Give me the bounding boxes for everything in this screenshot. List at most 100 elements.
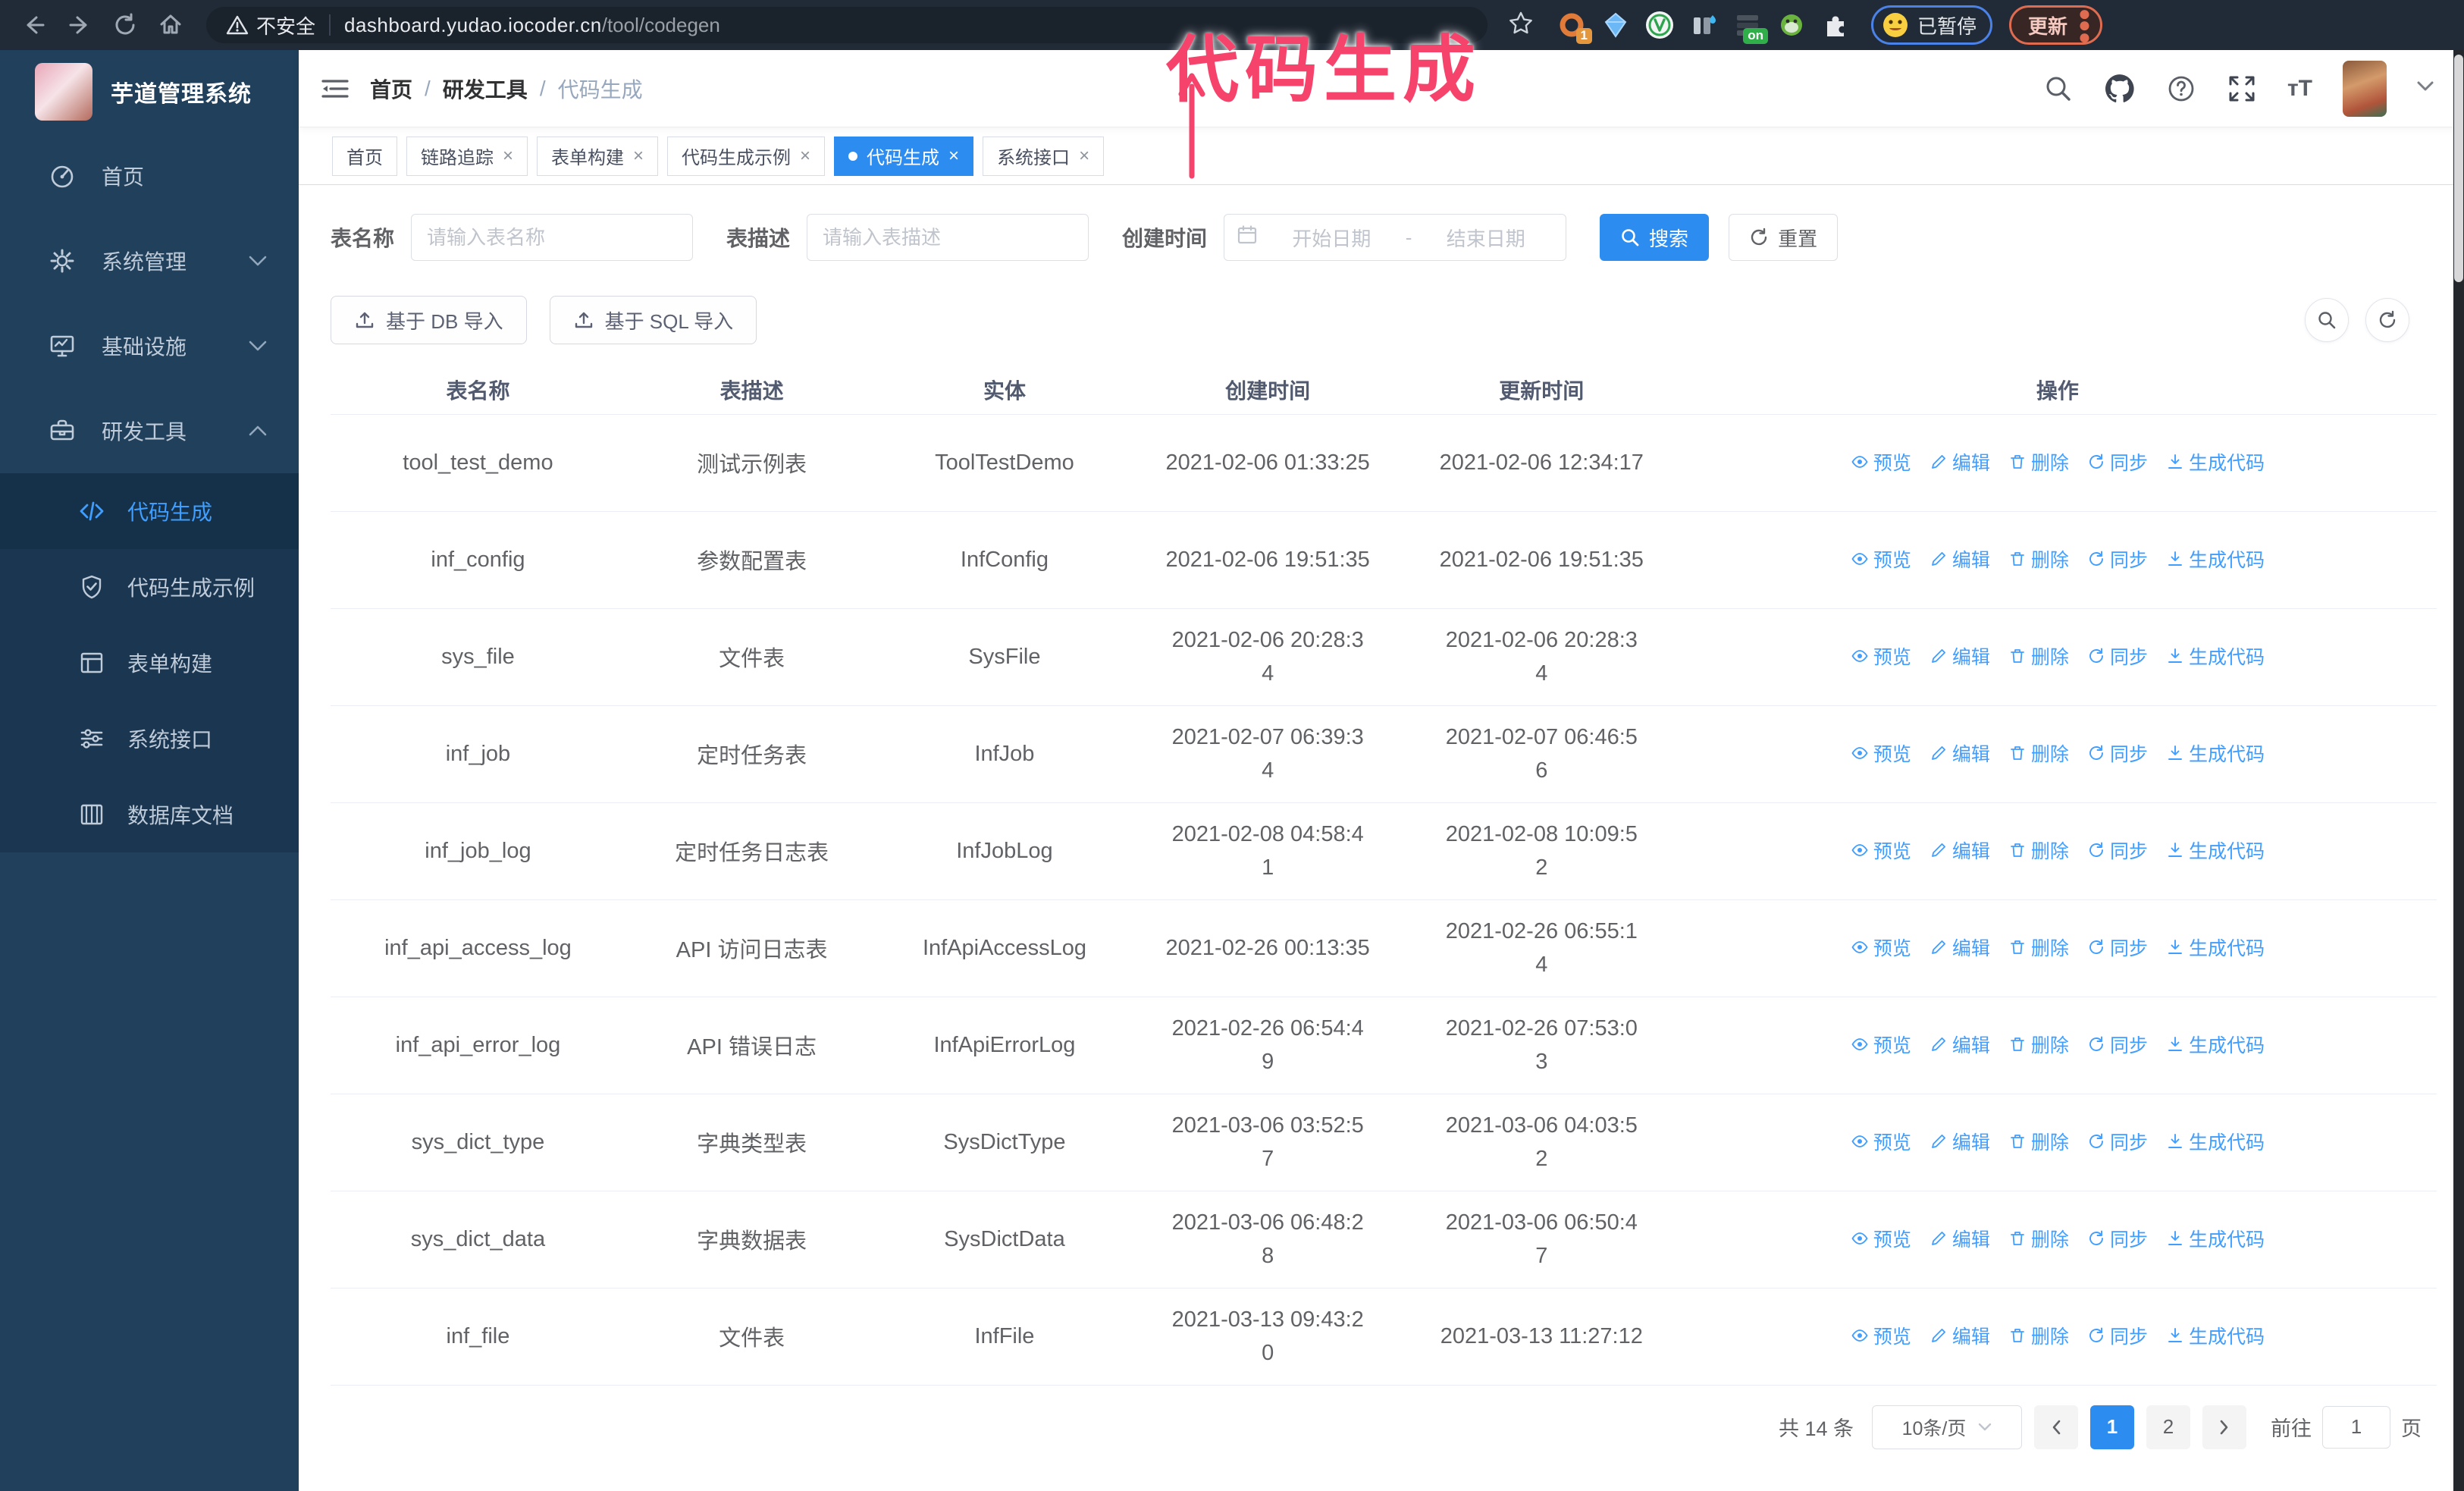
preview-link[interactable]: 预览	[1851, 1031, 1911, 1058]
edit-link[interactable]: 编辑	[1930, 448, 1990, 476]
preview-link[interactable]: 预览	[1851, 934, 1911, 961]
delete-link[interactable]: 删除	[2008, 1322, 2069, 1349]
tab-codegen[interactable]: 代码生成 ×	[834, 136, 974, 176]
help-icon[interactable]	[2166, 74, 2196, 104]
generate-code-link[interactable]: 生成代码	[2166, 934, 2265, 961]
refresh-table-button[interactable]	[2365, 298, 2409, 342]
goto-page-input[interactable]	[2322, 1405, 2390, 1449]
delete-link[interactable]: 删除	[2008, 934, 2069, 961]
preview-link[interactable]: 预览	[1851, 1225, 1911, 1252]
close-icon[interactable]: ×	[503, 146, 513, 165]
breadcrumb-home[interactable]: 首页	[370, 74, 412, 104]
close-icon[interactable]: ×	[800, 146, 810, 165]
sync-link[interactable]: 同步	[2087, 1128, 2148, 1155]
preview-link[interactable]: 预览	[1851, 739, 1911, 767]
github-icon[interactable]	[2104, 73, 2136, 105]
sync-link[interactable]: 同步	[2087, 448, 2148, 476]
preview-link[interactable]: 预览	[1851, 448, 1911, 476]
preview-link[interactable]: 预览	[1851, 1322, 1911, 1349]
user-menu-caret-icon[interactable]	[2417, 81, 2434, 96]
delete-link[interactable]: 删除	[2008, 545, 2069, 573]
browser-menu-icon[interactable]: ● ● ●	[2078, 2, 2091, 47]
prev-page-button[interactable]	[2034, 1405, 2078, 1449]
sync-link[interactable]: 同步	[2087, 642, 2148, 670]
generate-code-link[interactable]: 生成代码	[2166, 1128, 2265, 1155]
sidebar-item-system-api[interactable]: 系统接口	[0, 701, 299, 777]
generate-code-link[interactable]: 生成代码	[2166, 1225, 2265, 1252]
generate-code-link[interactable]: 生成代码	[2166, 1031, 2265, 1058]
preview-link[interactable]: 预览	[1851, 837, 1911, 864]
scrollbar-thumb[interactable]	[2454, 55, 2463, 282]
edit-link[interactable]: 编辑	[1930, 1322, 1990, 1349]
sync-link[interactable]: 同步	[2087, 1225, 2148, 1252]
sidebar-item-codegen[interactable]: 代码生成	[0, 473, 299, 549]
tab-system-api[interactable]: 系统接口 ×	[983, 136, 1105, 176]
delete-link[interactable]: 删除	[2008, 448, 2069, 476]
columns-extension-icon[interactable]	[1688, 9, 1719, 41]
sync-link[interactable]: 同步	[2087, 1322, 2148, 1349]
hamburger-icon[interactable]	[320, 76, 350, 102]
generate-code-link[interactable]: 生成代码	[2166, 837, 2265, 864]
close-icon[interactable]: ×	[1079, 146, 1089, 165]
sync-link[interactable]: 同步	[2087, 739, 2148, 767]
breadcrumb-dev-tools[interactable]: 研发工具	[443, 74, 528, 104]
page-size-select[interactable]: 10条/页	[1872, 1405, 2022, 1449]
generate-code-link[interactable]: 生成代码	[2166, 448, 2265, 476]
tab-form-builder[interactable]: 表单构建 ×	[537, 136, 659, 176]
preview-link[interactable]: 预览	[1851, 1128, 1911, 1155]
fullscreen-icon[interactable]	[2227, 74, 2257, 104]
monkey-extension-icon[interactable]	[1776, 9, 1807, 41]
recorder-extension-icon[interactable]: 1	[1556, 9, 1592, 44]
edit-link[interactable]: 编辑	[1930, 1031, 1990, 1058]
search-icon[interactable]	[2043, 74, 2074, 104]
preview-link[interactable]: 预览	[1851, 545, 1911, 573]
toggle-search-button[interactable]	[2305, 298, 2349, 342]
sidebar-item-codegen-example[interactable]: 代码生成示例	[0, 549, 299, 625]
list-extension-icon[interactable]: on	[1732, 9, 1768, 44]
sidebar-item-system[interactable]: 系统管理	[0, 218, 299, 303]
edit-link[interactable]: 编辑	[1930, 642, 1990, 670]
delete-link[interactable]: 删除	[2008, 739, 2069, 767]
sync-link[interactable]: 同步	[2087, 545, 2148, 573]
sync-link[interactable]: 同步	[2087, 934, 2148, 961]
edit-link[interactable]: 编辑	[1930, 934, 1990, 961]
sidebar-item-home[interactable]: 首页	[0, 133, 299, 218]
tab-codegen-example[interactable]: 代码生成示例 ×	[667, 136, 826, 176]
delete-link[interactable]: 删除	[2008, 1225, 2069, 1252]
generate-code-link[interactable]: 生成代码	[2166, 1322, 2265, 1349]
v-circle-extension-icon[interactable]	[1644, 9, 1676, 41]
table-desc-input[interactable]	[807, 214, 1089, 261]
edit-link[interactable]: 编辑	[1930, 739, 1990, 767]
edit-link[interactable]: 编辑	[1930, 545, 1990, 573]
tab-home[interactable]: 首页	[332, 136, 397, 176]
edit-link[interactable]: 编辑	[1930, 1225, 1990, 1252]
search-button[interactable]: 搜索	[1600, 214, 1710, 261]
browser-scrollbar[interactable]	[2453, 50, 2464, 1491]
tab-tracing[interactable]: 链路追踪 ×	[406, 136, 528, 176]
delete-link[interactable]: 删除	[2008, 1031, 2069, 1058]
page-button-2[interactable]: 2	[2146, 1405, 2190, 1449]
puzzle-extension-icon[interactable]	[1820, 9, 1851, 41]
font-size-icon[interactable]: ᴛT	[2287, 76, 2312, 102]
forward-icon[interactable]	[59, 5, 100, 46]
sidebar-item-form-builder[interactable]: 表单构建	[0, 625, 299, 701]
next-page-button[interactable]	[2202, 1405, 2246, 1449]
page-button-1[interactable]: 1	[2090, 1405, 2134, 1449]
sidebar-item-db-doc[interactable]: 数据库文档	[0, 777, 299, 852]
sync-link[interactable]: 同步	[2087, 1031, 2148, 1058]
edit-link[interactable]: 编辑	[1930, 1128, 1990, 1155]
address-bar[interactable]: 不安全 dashboard.yudao.iocoder.cn/tool/code…	[206, 7, 1487, 43]
avatar[interactable]	[2343, 60, 2387, 117]
import-sql-button[interactable]: 基于 SQL 导入	[549, 296, 757, 344]
date-range-picker[interactable]: 开始日期 - 结束日期	[1224, 214, 1567, 261]
import-db-button[interactable]: 基于 DB 导入	[331, 296, 527, 344]
sidebar-item-infrastructure[interactable]: 基础设施	[0, 303, 299, 388]
reset-button[interactable]: 重置	[1729, 214, 1839, 261]
delete-link[interactable]: 删除	[2008, 837, 2069, 864]
generate-code-link[interactable]: 生成代码	[2166, 545, 2265, 573]
browser-update-button[interactable]: 更新 ● ● ●	[2009, 2, 2102, 47]
gem-extension-icon[interactable]	[1600, 9, 1632, 41]
close-icon[interactable]: ×	[633, 146, 644, 165]
back-icon[interactable]	[14, 5, 55, 46]
table-name-input[interactable]	[411, 214, 694, 261]
